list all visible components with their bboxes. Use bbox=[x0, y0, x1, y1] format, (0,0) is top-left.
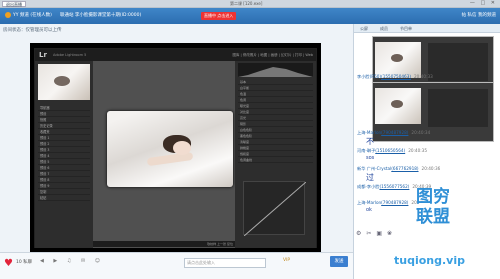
lightroom-canvas bbox=[93, 61, 237, 248]
lightroom-left-panel: 导航器 预设 快照 历史记录 收藏夹 预设 1 预设 2 预设 3 预设 4 预设 5 预设 6 预设… bbox=[35, 61, 93, 248]
bottom-bar: ♥ 10 私聊 ◀ ▶ ♫ ✉ ☺ 请点击此处输入 VIP 发送 bbox=[0, 252, 353, 279]
toolbar-right-links[interactable]: 帖 私信 我的频道 bbox=[462, 11, 496, 21]
chat-text: ok bbox=[366, 207, 372, 213]
chat-message: 河南-琳子(1510650564) 20:40:35 bbox=[357, 148, 427, 153]
watermark-line2: 联盟 bbox=[416, 207, 450, 227]
watermark-line1: 图穷 bbox=[416, 187, 450, 207]
channel-title[interactable]: 联通站 李小脸摄影课堂第十期(ID:0000) bbox=[60, 11, 141, 21]
lightroom-brand: Adobe Lightroom 5 bbox=[53, 53, 87, 57]
tab-members[interactable]: 成员 bbox=[374, 24, 394, 33]
settings-icon[interactable]: ⚙ bbox=[356, 230, 366, 237]
exit-live-tab[interactable]: 退出直播 bbox=[2, 1, 26, 7]
chat-message: 李小脸(R50)(1550750463) 20:40:33 bbox=[357, 74, 433, 79]
lightroom-filmstrip: 软校样 上一张 复位 bbox=[93, 241, 237, 247]
watermark-url: tuqiong.vip bbox=[394, 254, 465, 267]
histogram-graph bbox=[238, 67, 313, 77]
window-controls[interactable]: — □ ✕ bbox=[470, 0, 497, 6]
lightroom-topbar: Lr Adobe Lightroom 5 图库 | 修改照片 | 地图 | 画册… bbox=[35, 49, 316, 61]
flower-icon[interactable]: ❀ bbox=[387, 230, 397, 237]
likes-count[interactable]: 10 私聊 bbox=[16, 259, 32, 265]
chat-panel: 公屏 成员 节目单 李小脸(R50)(1550750463) 20:40:33 上… bbox=[353, 24, 500, 279]
chat-tabs: 公屏 成员 节目单 bbox=[354, 24, 500, 33]
tone-curve[interactable] bbox=[243, 181, 307, 237]
image-icon[interactable]: ▣ bbox=[376, 230, 387, 237]
tone-curve-graph bbox=[243, 181, 307, 237]
chat-text: 过 bbox=[366, 173, 374, 182]
lightroom-right-panel: 基本 白平衡 色温 色调 曝光度 对比度 高光 阴影 白色色阶 黑色色阶 清晰度 鲜艳度 饱和度 色调曲线 bbox=[235, 61, 316, 248]
lightroom-logo: Lr bbox=[39, 51, 47, 59]
chat-image-panel bbox=[428, 43, 488, 81]
vip-badge[interactable]: VIP bbox=[283, 258, 290, 263]
chat-tools[interactable]: ⚙✂▣❀ bbox=[356, 230, 397, 237]
title-bar: 退出直播 第二课 [120.exe] — □ ✕ bbox=[0, 0, 500, 8]
tab-public[interactable]: 公屏 bbox=[354, 24, 374, 33]
watermark-logo: 图穷 联盟 bbox=[404, 187, 462, 227]
chat-text: 不 bbox=[366, 137, 374, 146]
panel-row[interactable]: 色调曲线 bbox=[238, 157, 313, 163]
playback-controls[interactable]: ◀ ▶ ♫ ✉ ☺ bbox=[40, 258, 104, 264]
video-stream[interactable]: Lr Adobe Lightroom 5 图库 | 修改照片 | 地图 | 画册… bbox=[30, 43, 321, 253]
room-status: 房间状态：仅管理员可以上传 bbox=[3, 28, 62, 33]
chat-image-thumb bbox=[375, 42, 421, 78]
histogram bbox=[238, 63, 313, 77]
lightroom-window: Lr Adobe Lightroom 5 图库 | 修改照片 | 地图 | 画册… bbox=[34, 48, 317, 248]
channel-toolbar: YY 频道 (在线人数) 联通站 李小脸摄影课堂第十期(ID:0000) 直播中… bbox=[0, 8, 500, 24]
channel-icon bbox=[5, 11, 11, 18]
heart-icon[interactable]: ♥ bbox=[4, 259, 13, 269]
send-button[interactable]: 发送 bbox=[330, 256, 348, 267]
tab-schedule[interactable]: 节目单 bbox=[394, 24, 418, 33]
chat-input[interactable]: 请点击此处输入 bbox=[184, 258, 266, 268]
panel-row[interactable]: 粘贴 bbox=[38, 195, 90, 201]
chat-image-thumb bbox=[375, 88, 421, 124]
window-title: 第二课 [120.exe] bbox=[230, 1, 263, 6]
lightroom-bottom-buttons[interactable]: 软校样 上一张 复位 bbox=[207, 242, 233, 246]
edited-photo bbox=[107, 111, 233, 187]
chat-text: sos bbox=[366, 155, 375, 161]
adjustment-sliders[interactable]: 基本 白平衡 色温 色调 曝光度 对比度 高光 阴影 白色色阶 黑色色阶 清晰度 鲜艳度 饱和度 色调曲线 bbox=[238, 79, 313, 163]
photo-face bbox=[173, 141, 191, 155]
chat-image-panel bbox=[428, 89, 488, 127]
navigator-thumbnail bbox=[38, 64, 90, 100]
lightroom-modules[interactable]: 图库 | 修改照片 | 地图 | 画册 | 幻灯片 | 打印 | Web bbox=[232, 53, 313, 58]
live-badge[interactable]: 直播中 点击进入 bbox=[201, 12, 237, 20]
presets-list: 导航器 预设 快照 历史记录 收藏夹 预设 1 预设 2 预设 3 预设 4 预设 5 预设 6 预设… bbox=[38, 105, 90, 201]
scissors-icon[interactable]: ✂ bbox=[366, 230, 376, 237]
channel-count[interactable]: YY 频道 (在线人数) bbox=[5, 11, 52, 21]
